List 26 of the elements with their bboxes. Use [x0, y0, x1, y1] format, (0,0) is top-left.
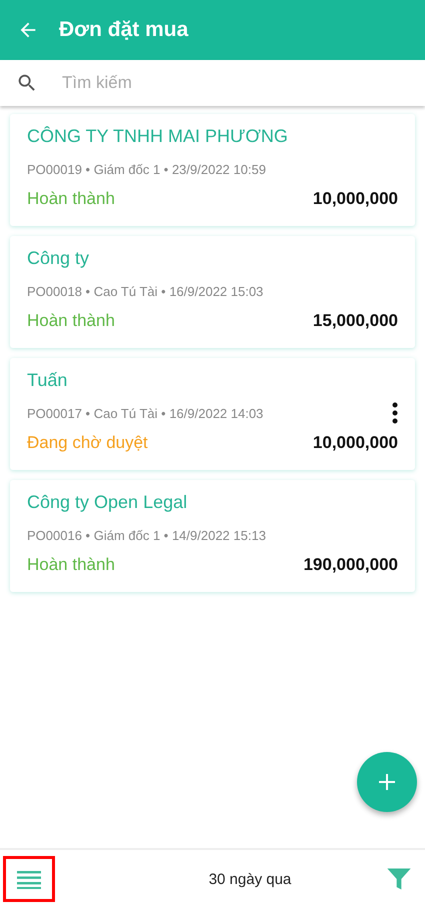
order-card[interactable]: CÔNG TY TNHH MAI PHƯƠNG PO00019 • Giám đốc 1 • 23/9/2022 10:59 Hoàn thành 10,000,000 [10, 114, 415, 226]
order-amount: 190,000,000 [303, 555, 398, 575]
supplier-name: Công ty [27, 248, 90, 269]
order-status: Hoàn thành [27, 311, 115, 331]
order-status: Hoàn thành [27, 555, 115, 575]
order-card[interactable]: Tuấn PO00017 • Cao Tú Tài • 16/9/2022 14:03 Đang chờ duyệt 10,000,000 [10, 358, 415, 470]
order-meta: PO00019 • Giám đốc 1 • 23/9/2022 10:59 [27, 162, 266, 176]
order-amount: 10,000,000 [312, 433, 398, 453]
order-meta: PO00017 • Cao Tú Tài • 16/9/2022 14:03 [27, 406, 264, 420]
order-status: Hoàn thành [27, 189, 115, 209]
order-amount: 10,000,000 [312, 189, 398, 209]
screen-title: Đơn đặt mua [59, 18, 188, 42]
add-button[interactable] [357, 752, 417, 812]
order-card[interactable]: Công ty PO00018 • Cao Tú Tài • 16/9/2022 15:03 Hoàn thành 15,000,000 [10, 236, 415, 348]
order-status: Đang chờ duyệt [27, 433, 148, 453]
supplier-name: Công ty Open Legal [27, 492, 188, 513]
order-amount: 15,000,000 [312, 311, 398, 331]
supplier-name: Tuấn [27, 370, 68, 391]
menu-icon [17, 869, 41, 889]
order-card[interactable]: Công ty Open Legal PO00016 • Giám đốc 1 • 14/9/2022 15:13 Hoàn thành 190,000,000 [10, 480, 415, 592]
menu-button[interactable] [3, 856, 55, 902]
supplier-name: CÔNG TY TNHH MAI PHƯƠNG [27, 126, 289, 147]
order-meta: PO00018 • Cao Tú Tài • 16/9/2022 15:03 [27, 284, 264, 298]
more-options-icon[interactable] [392, 402, 398, 424]
period-label: 30 ngày qua [208, 870, 292, 888]
order-meta: PO00016 • Giám đốc 1 • 14/9/2022 15:13 [27, 528, 266, 542]
